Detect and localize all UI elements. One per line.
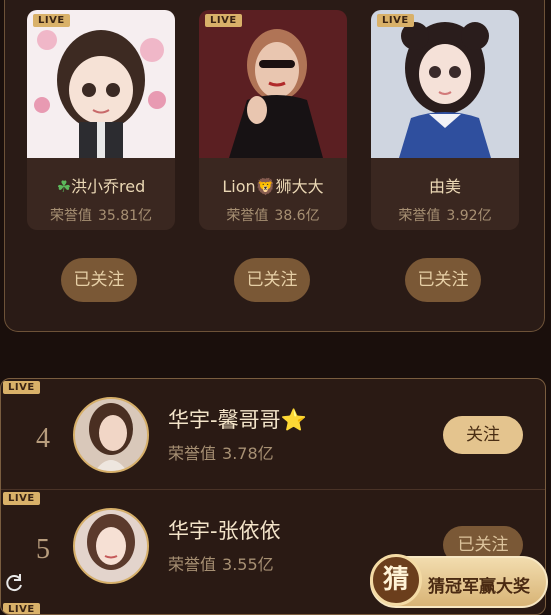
guess-champion-promo[interactable]: 猜 猜冠军赢大奖 [370, 554, 548, 608]
top-card-1[interactable]: LIVE ☘洪小乔red 荣誉值 35.81亿 [27, 10, 175, 230]
avatar[interactable] [73, 397, 149, 473]
top3-podium: LIVE ☘洪小乔red 荣誉值 35.81亿 LIVE Lion🦁狮大大 荣誉… [4, 0, 545, 332]
promo-text: 猜冠军赢大奖 [428, 577, 530, 597]
streamer-photo-1 [27, 10, 175, 158]
honor-value: 荣誉值 35.81亿 [49, 208, 153, 224]
star-icon: ⭐ [280, 408, 307, 432]
lion-icon: 🦁 [255, 177, 276, 196]
live-badge: LIVE [3, 381, 40, 394]
live-badge: LIVE [377, 14, 414, 27]
streamer-name: 华宇-馨哥哥⭐ [168, 408, 307, 432]
streamer-name: Lion🦁狮大大 [222, 177, 324, 196]
honor-value: 荣誉值 3.55亿 [168, 555, 274, 574]
avatar[interactable] [73, 508, 149, 584]
live-badge: LIVE [3, 603, 40, 614]
honor-value: 荣誉值 3.92亿 [398, 208, 492, 224]
followed-button-3[interactable]: 已关注 [405, 258, 481, 302]
live-badge: LIVE [33, 14, 70, 27]
streamer-name: ☘洪小乔red [56, 177, 146, 196]
streamer-photo-3 [371, 10, 519, 158]
top-card-3[interactable]: LIVE 由美 荣誉值 3.92亿 [371, 10, 519, 230]
followed-button-2[interactable]: 已关注 [234, 258, 310, 302]
clover-icon: ☘ [56, 177, 72, 196]
live-badge: LIVE [205, 14, 242, 27]
honor-value: 荣誉值 38.6亿 [226, 208, 320, 224]
top-card-2[interactable]: LIVE Lion🦁狮大大 荣誉值 38.6亿 [199, 10, 347, 230]
rank-number: 5 [36, 534, 50, 565]
streamer-name: 华宇-张依依 [168, 519, 281, 543]
honor-value: 荣誉值 3.78亿 [168, 444, 274, 463]
follow-button[interactable]: 关注 [443, 416, 523, 454]
rank-number: 4 [36, 423, 50, 454]
list-item[interactable]: LIVE 4 华宇-馨哥哥⭐ 荣誉值 3.78亿 关注 [1, 379, 545, 490]
streamer-photo-2 [199, 10, 347, 158]
guess-badge-icon: 猜 [370, 554, 422, 606]
live-badge: LIVE [3, 492, 40, 505]
streamer-name: 由美 [428, 177, 461, 196]
followed-button-1[interactable]: 已关注 [61, 258, 137, 302]
refresh-icon[interactable] [3, 572, 25, 594]
